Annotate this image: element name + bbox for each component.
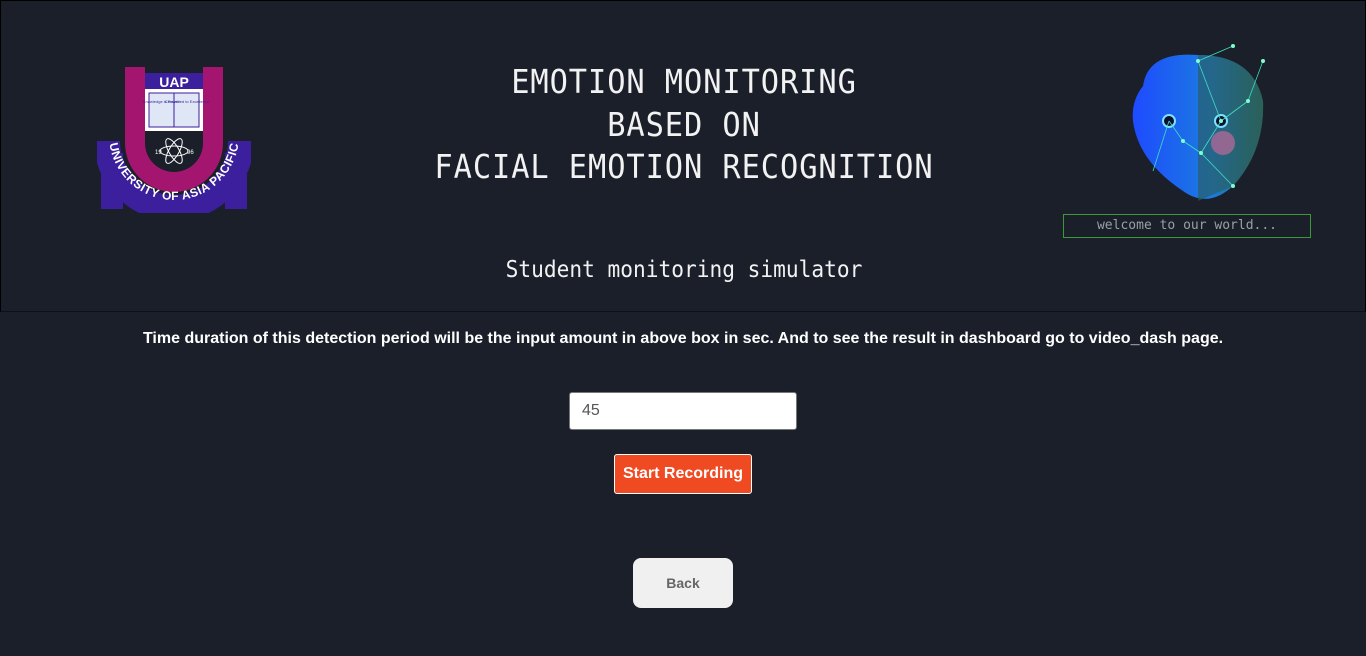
start-recording-button[interactable]: Start Recording [614, 454, 752, 494]
header-banner: UAP Knowledge is Power Committed to Exce… [0, 0, 1366, 312]
back-button[interactable]: Back [633, 558, 733, 608]
instruction-text: Time duration of this detection period w… [142, 330, 1224, 347]
duration-input[interactable] [569, 392, 797, 430]
welcome-banner: welcome to our world... [1063, 214, 1311, 238]
ai-face-icon [1132, 44, 1265, 201]
page-subtitle: Student monitoring simulator [505, 257, 863, 283]
